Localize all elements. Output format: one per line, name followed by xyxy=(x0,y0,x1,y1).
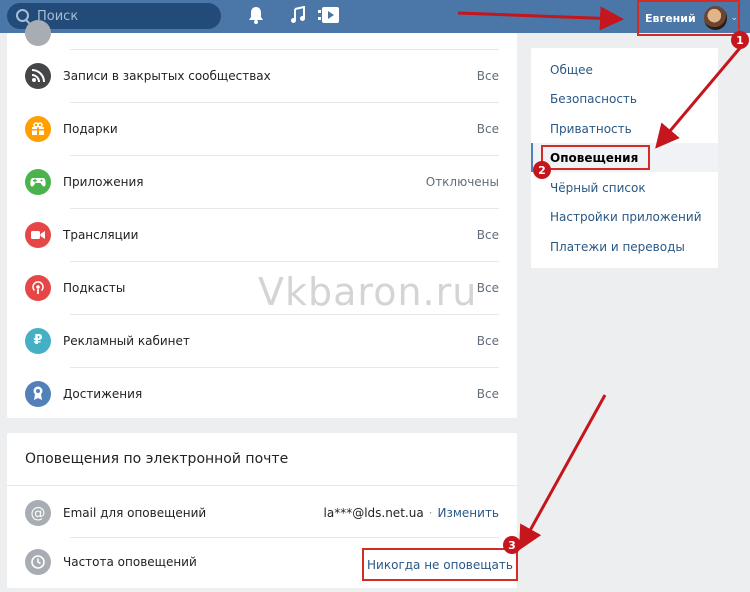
arrow-2 xyxy=(655,41,747,149)
arrow-3 xyxy=(519,394,607,551)
annotation-badge-2: 2 xyxy=(533,161,551,179)
annotation-badge-1: 1 xyxy=(731,31,749,49)
arrow-1 xyxy=(457,6,624,31)
annotation-arrows xyxy=(457,6,747,551)
annotation-badge-3: 3 xyxy=(503,536,521,554)
